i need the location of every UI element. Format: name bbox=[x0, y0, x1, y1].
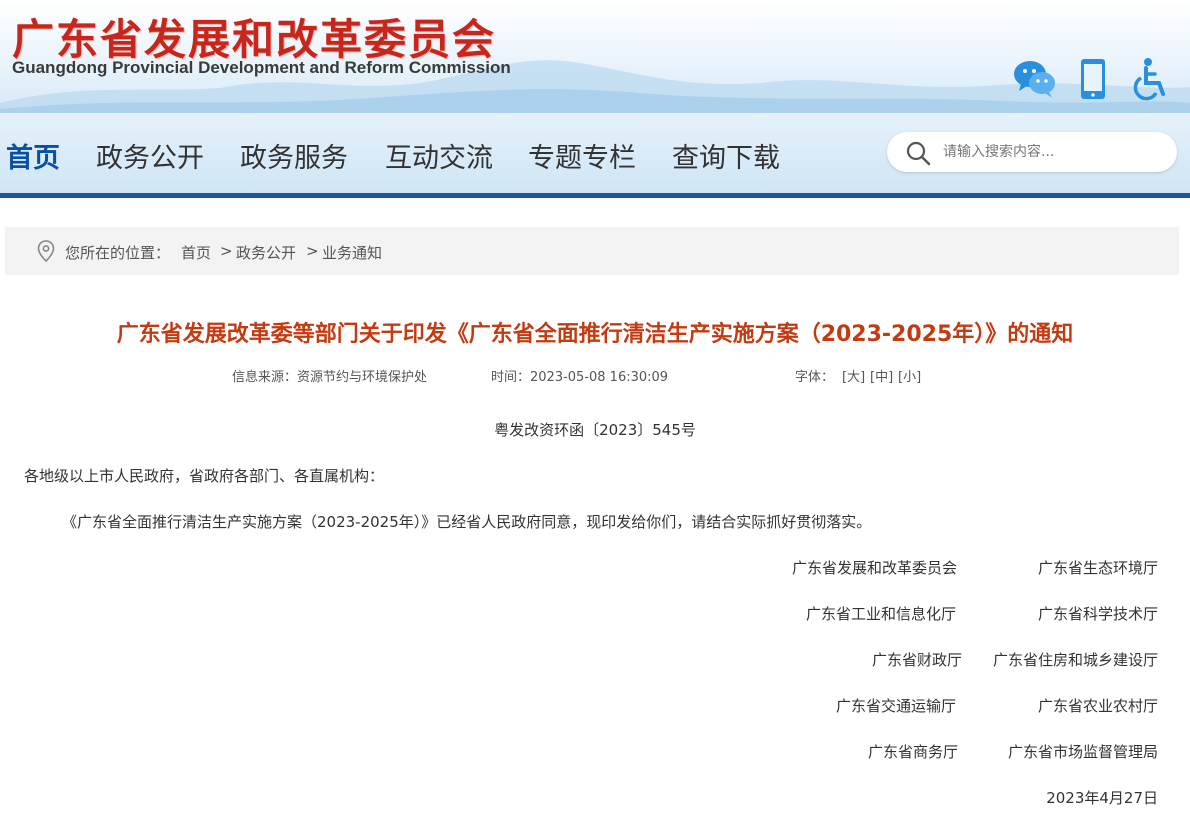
signatory: 广东省农业农村厅 bbox=[1037, 697, 1158, 715]
breadcrumb-separator: > bbox=[220, 242, 233, 260]
mobile-icon[interactable] bbox=[1070, 56, 1116, 102]
issue-date: 2023年4月27日 bbox=[1046, 789, 1158, 807]
font-size-large[interactable]: [大] bbox=[842, 366, 865, 385]
signatory: 广东省交通运输厅 bbox=[835, 697, 956, 715]
article-title: 广东省发展改革委等部门关于印发《广东省全面推行清洁生产实施方案（2023-202… bbox=[116, 322, 1074, 347]
signatory: 广东省财政厅 bbox=[871, 651, 962, 669]
wechat-icon[interactable] bbox=[1012, 56, 1058, 102]
location-pin-icon bbox=[37, 240, 55, 262]
nav-divider bbox=[0, 193, 1190, 198]
nav-special-topics[interactable]: 专题专栏 bbox=[528, 136, 636, 175]
nav-government-affairs[interactable]: 政务公开 bbox=[96, 136, 204, 175]
nav-government-services[interactable]: 政务服务 bbox=[240, 136, 348, 175]
article-source: 信息来源：资源节约与环境保护处 bbox=[232, 370, 428, 385]
breadcrumb-business-notice[interactable]: 业务通知 bbox=[322, 242, 382, 263]
nav-home[interactable]: 首页 bbox=[6, 136, 60, 175]
signatory: 广东省商务厅 bbox=[867, 743, 958, 761]
signatory: 广东省工业和信息化厅 bbox=[805, 605, 956, 623]
signatory: 广东省科学技术厅 bbox=[1037, 605, 1158, 623]
signatory: 广东省发展和改革委员会 bbox=[791, 559, 957, 577]
signatory: 广东省市场监督管理局 bbox=[1007, 743, 1158, 761]
site-header: 广东省发展和改革委员会 Guangdong Provincial Develop… bbox=[0, 0, 1190, 113]
nav-interaction[interactable]: 互动交流 bbox=[385, 136, 493, 175]
salutation: 各地级以上市人民政府，省政府各部门、各直属机构： bbox=[24, 467, 385, 485]
breadcrumb: 您所在的位置： 首页 > 政务公开 > 业务通知 bbox=[5, 227, 1179, 275]
breadcrumb-separator: > bbox=[306, 242, 319, 260]
font-size-label: 字体： bbox=[795, 370, 835, 385]
font-size-medium[interactable]: [中] bbox=[870, 366, 893, 385]
signatory: 广东省住房和城乡建设厅 bbox=[992, 651, 1158, 669]
breadcrumb-home[interactable]: 首页 bbox=[181, 242, 211, 263]
breadcrumb-prefix: 您所在的位置： bbox=[65, 244, 171, 262]
search-box bbox=[887, 132, 1177, 172]
breadcrumb-government-affairs[interactable]: 政务公开 bbox=[236, 242, 296, 263]
article-body: 《广东省全面推行清洁生产实施方案（2023-2025年）》已经省人民政府同意，现… bbox=[62, 513, 872, 531]
site-name-english[interactable]: Guangdong Provincial Development and Ref… bbox=[12, 58, 511, 78]
search-icon[interactable] bbox=[905, 140, 931, 166]
article-time: 时间：2023-05-08 16:30:09 bbox=[491, 370, 669, 385]
accessibility-icon[interactable] bbox=[1128, 56, 1174, 102]
nav-query-download[interactable]: 查询下载 bbox=[672, 136, 780, 175]
signatory: 广东省生态环境厅 bbox=[1037, 559, 1158, 577]
font-size-small[interactable]: [小] bbox=[898, 366, 921, 385]
main-nav: 首页 政务公开 政务服务 互动交流 专题专栏 查询下载 bbox=[0, 113, 1190, 193]
document-number: 粤发改资环函〔2023〕545号 bbox=[494, 421, 696, 439]
search-input[interactable] bbox=[943, 141, 1163, 163]
